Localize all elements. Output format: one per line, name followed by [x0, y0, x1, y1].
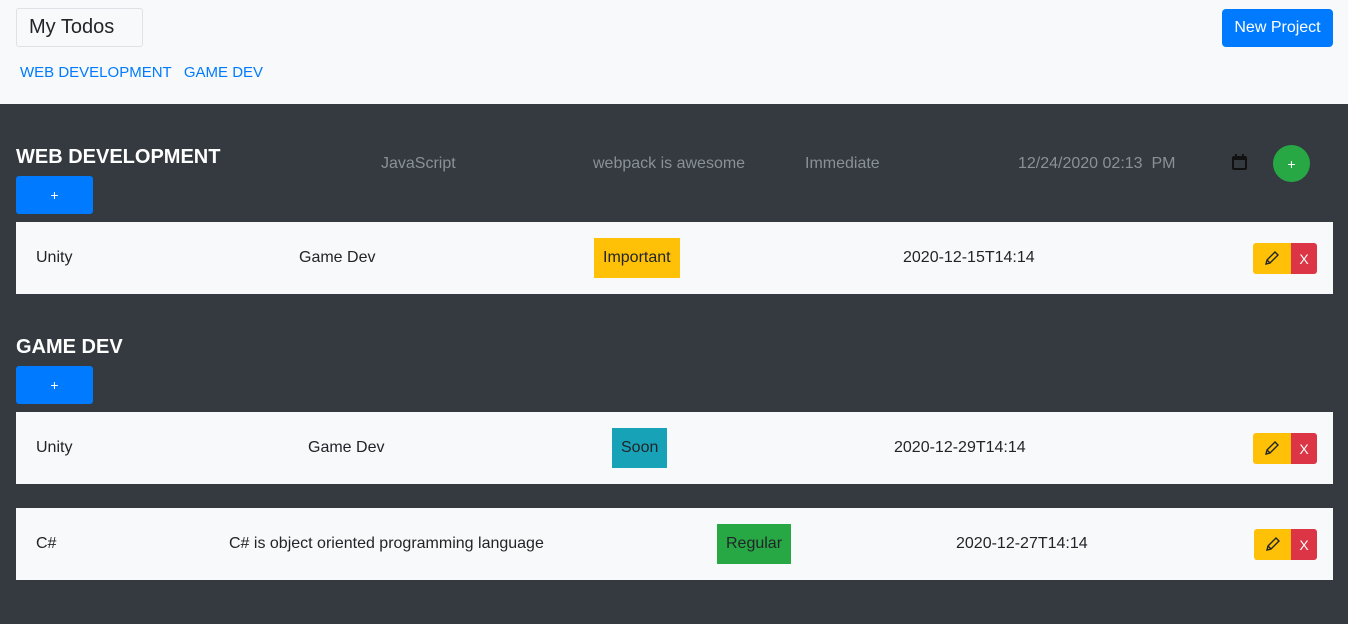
edit-button[interactable]: [1253, 243, 1291, 274]
edit-button[interactable]: [1254, 529, 1292, 560]
todo-date: 2020-12-27T14:14: [956, 535, 1088, 552]
navbar: My Todos WEB DEVELOPMENT GAME DEV New Pr…: [0, 0, 1348, 104]
project-nav: WEB DEVELOPMENT GAME DEV: [20, 64, 271, 81]
todo-row: C# C# is object oriented programming lan…: [16, 508, 1333, 580]
priority-badge: Soon: [612, 428, 668, 468]
todo-date: 2020-12-15T14:14: [903, 249, 1035, 266]
todo-title-input[interactable]: JavaScript: [381, 155, 456, 173]
edit-button[interactable]: [1253, 433, 1291, 464]
nav-link-game-dev[interactable]: GAME DEV: [184, 64, 263, 81]
delete-button[interactable]: X: [1291, 243, 1317, 274]
todo-row: Unity Game Dev Soon 2020-12-29T14:14 X: [16, 412, 1333, 484]
todo-description-input[interactable]: webpack is awesome: [593, 155, 745, 173]
todo-description: C# is object oriented programming langua…: [229, 535, 544, 552]
pencil-icon: [1266, 537, 1280, 551]
todo-title: Unity: [36, 439, 73, 456]
calendar-icon[interactable]: [1231, 154, 1248, 171]
delete-button[interactable]: X: [1291, 529, 1317, 560]
todo-title: C#: [36, 535, 57, 552]
add-todo-button[interactable]: +: [16, 176, 93, 214]
pencil-icon: [1265, 251, 1279, 265]
pencil-icon: [1265, 441, 1279, 455]
todo-description: Game Dev: [308, 439, 385, 456]
brand-title[interactable]: My Todos: [16, 8, 143, 47]
todo-description: Game Dev: [299, 249, 376, 266]
new-project-button[interactable]: New Project: [1222, 9, 1333, 47]
project-title: GAME DEV: [16, 336, 123, 358]
priority-badge: Important: [594, 238, 680, 278]
submit-todo-button[interactable]: +: [1273, 145, 1310, 182]
todo-title: Unity: [36, 249, 73, 266]
priority-badge: Regular: [717, 524, 792, 564]
nav-link-web-development[interactable]: WEB DEVELOPMENT: [20, 64, 172, 81]
project-title: WEB DEVELOPMENT: [16, 146, 221, 168]
add-todo-button[interactable]: +: [16, 366, 93, 404]
priority-select[interactable]: Immediate: [805, 155, 880, 173]
todo-row: Unity Game Dev Important 2020-12-15T14:1…: [16, 222, 1333, 294]
delete-button[interactable]: X: [1291, 433, 1317, 464]
due-date-input[interactable]: 12/24/2020 02:13 PM: [1018, 155, 1175, 173]
todo-date: 2020-12-29T14:14: [894, 439, 1026, 456]
